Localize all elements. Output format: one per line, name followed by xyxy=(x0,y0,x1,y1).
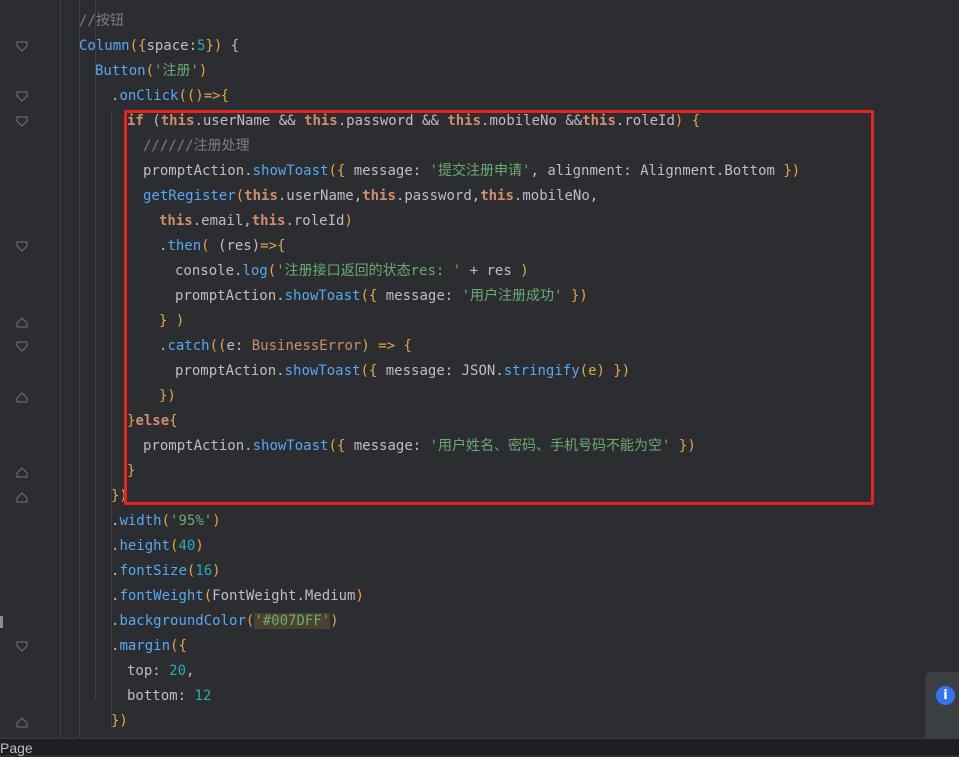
color-swatch-string: '#007DFF' xyxy=(254,613,331,629)
editor-gutter xyxy=(0,0,46,754)
code-line: .width('95%') xyxy=(111,513,221,529)
code-line: .margin({ xyxy=(111,638,187,654)
indent-guide xyxy=(95,0,96,700)
code-line: .onClick(()=>{ xyxy=(111,88,230,104)
indent-guide xyxy=(79,0,80,740)
unfold-icon[interactable] xyxy=(16,491,28,503)
fold-icon[interactable] xyxy=(16,116,28,128)
code-line: .fontWeight(FontWeight.Medium) xyxy=(111,588,364,604)
code-line: top: 20, xyxy=(127,663,195,679)
fold-icon[interactable] xyxy=(16,641,28,653)
editor-tab-bar: Page xyxy=(0,738,959,757)
code-line: .height(40) xyxy=(111,538,204,554)
code-line: Button('注册') xyxy=(95,63,208,79)
indent-guide xyxy=(60,0,61,740)
highlight-box xyxy=(124,110,874,505)
code-line: }) xyxy=(111,713,128,729)
code-line: //按钮 xyxy=(79,13,124,29)
file-tab-label[interactable]: Page xyxy=(0,739,33,757)
info-icon[interactable]: i xyxy=(936,686,955,705)
code-line: bottom: 12 xyxy=(127,688,212,704)
unfold-icon[interactable] xyxy=(16,391,28,403)
bookmark-marker xyxy=(0,616,3,628)
fold-icon[interactable] xyxy=(16,241,28,253)
code-line: Column({space:5}) { xyxy=(79,38,240,54)
fold-icon[interactable] xyxy=(16,41,28,53)
fold-icon[interactable] xyxy=(16,341,28,353)
unfold-icon[interactable] xyxy=(16,466,28,478)
fold-icon[interactable] xyxy=(16,91,28,103)
unfold-icon[interactable] xyxy=(16,716,28,728)
unfold-icon[interactable] xyxy=(16,316,28,328)
code-line: .fontSize(16) xyxy=(111,563,221,579)
code-line: .backgroundColor('#007DFF') xyxy=(111,613,339,629)
